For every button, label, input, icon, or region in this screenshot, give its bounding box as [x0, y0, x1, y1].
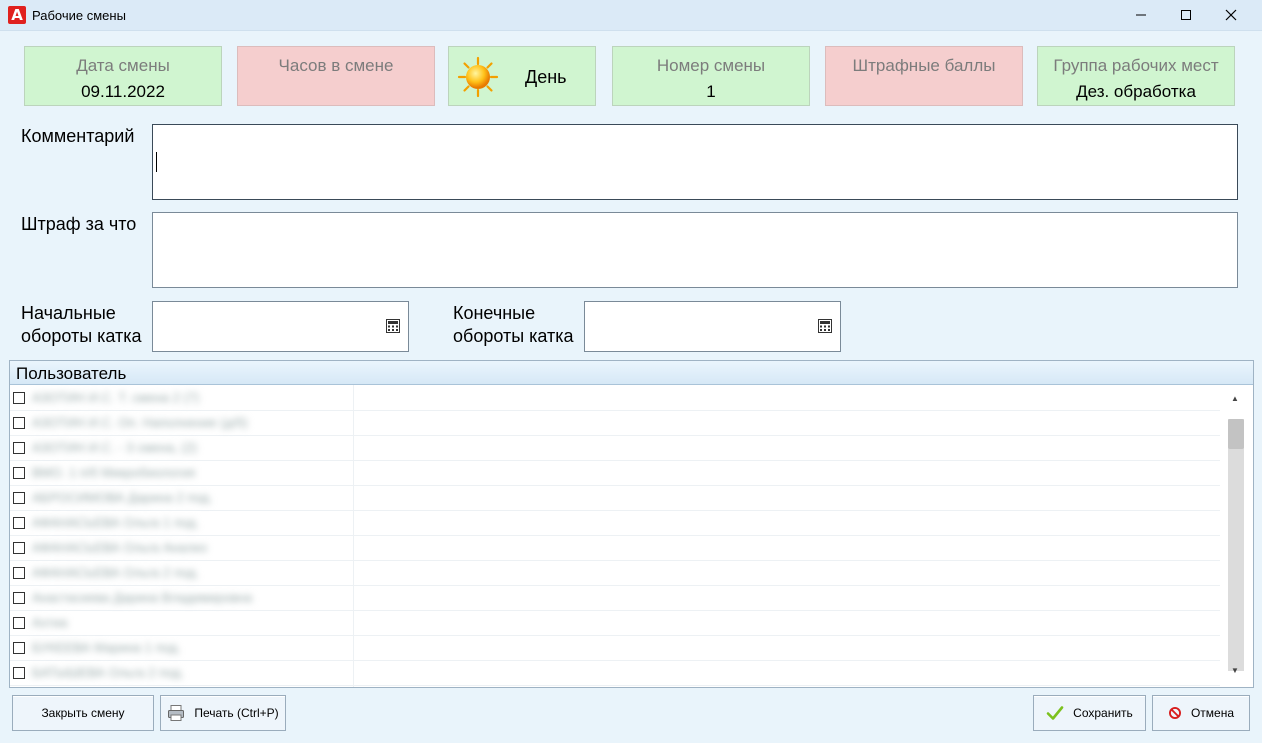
- start-revolutions-label: Начальные обороты катка: [21, 302, 142, 348]
- end-revolutions-label-line1: Конечные: [453, 303, 536, 323]
- user-name: Ахтиа: [32, 615, 68, 630]
- scroll-up-icon[interactable]: ▲: [1231, 394, 1239, 403]
- row-checkbox[interactable]: [13, 592, 25, 604]
- cancel-label: Отмена: [1190, 706, 1235, 720]
- user-name: АФАНАСЬЕВА Ольга 2 под.: [32, 565, 200, 580]
- print-button[interactable]: Печать (Ctrl+P): [160, 695, 286, 731]
- scroll-track[interactable]: [1228, 419, 1244, 671]
- shift-date-value: 09.11.2022: [81, 82, 165, 101]
- shift-type-card: День: [448, 46, 596, 106]
- print-label: Печать (Ctrl+P): [194, 706, 279, 720]
- save-label: Сохранить: [1073, 706, 1133, 720]
- list-item[interactable]: АЗОТИН И.С. Т. смена 2 (7): [10, 386, 1220, 411]
- save-button[interactable]: Сохранить: [1033, 695, 1146, 731]
- user-name: АЗОТИН И.С. - 3 смена, (2): [32, 440, 198, 455]
- cancel-button[interactable]: Отмена: [1152, 695, 1250, 731]
- user-name: ВМО. 1 п/б Микробиология: [32, 465, 196, 480]
- shift-type-value: День: [525, 67, 567, 87]
- scroll-down-icon[interactable]: ▼: [1231, 666, 1239, 675]
- row-checkbox[interactable]: [13, 542, 25, 554]
- vertical-scrollbar[interactable]: ▲ ▼: [1226, 386, 1246, 686]
- list-item[interactable]: БУКЕЕВА Марина 1 под.: [10, 636, 1220, 661]
- window-title: Рабочие смены: [32, 8, 126, 23]
- title-bar: A Рабочие смены: [0, 0, 1262, 31]
- user-name: БУКЕЕВА Марина 1 под.: [32, 640, 181, 655]
- cancel-icon: [1168, 707, 1181, 719]
- maximize-icon: [1181, 10, 1191, 20]
- sun-icon: [457, 56, 499, 98]
- list-item[interactable]: ВМО. 1 п/б Микробиология: [10, 461, 1220, 486]
- row-checkbox[interactable]: [13, 417, 25, 429]
- comment-input[interactable]: [152, 124, 1238, 200]
- column-divider: [353, 385, 354, 687]
- shift-date-card: Дата смены 09.11.2022: [24, 46, 222, 106]
- calculator-icon[interactable]: [386, 319, 400, 333]
- start-revolutions-input[interactable]: [152, 301, 409, 352]
- row-checkbox[interactable]: [13, 442, 25, 454]
- list-item[interactable]: АФАНАСЬЕВА Ольга 2 под.: [10, 561, 1220, 586]
- list-item[interactable]: АФАНАСЬЕВА Ольга 1 под.: [10, 511, 1220, 536]
- row-checkbox[interactable]: [13, 517, 25, 529]
- row-checkbox[interactable]: [13, 617, 25, 629]
- penalty-reason-label: Штраф за что: [21, 214, 137, 234]
- row-checkbox[interactable]: [13, 492, 25, 504]
- row-checkbox[interactable]: [13, 642, 25, 654]
- minimize-button[interactable]: [1118, 0, 1164, 30]
- close-shift-button[interactable]: Закрыть смену: [12, 695, 154, 731]
- row-checkbox[interactable]: [13, 567, 25, 579]
- users-grid[interactable]: Пользователь АЗОТИН И.С. Т. смена 2 (7) А…: [9, 360, 1254, 688]
- list-item[interactable]: АЗОТИН И.С. Оп. Наполнение (д/б): [10, 411, 1220, 436]
- user-name: АФАНАСЬЕВА Ольга Анализ: [32, 540, 207, 555]
- user-name: Анастасиева Дарина Владимировна: [32, 590, 253, 605]
- close-shift-label: Закрыть смену: [41, 706, 125, 720]
- text-caret: [156, 152, 157, 172]
- shift-date-label: Дата смены: [76, 56, 170, 75]
- user-name: АЗОТИН И.С. Т. смена 2 (7): [32, 390, 200, 405]
- workplace-group-card: Группа рабочих мест Дез. обработка: [1037, 46, 1235, 106]
- calculator-icon[interactable]: [818, 319, 832, 333]
- close-window-button[interactable]: [1208, 0, 1254, 30]
- end-revolutions-label: Конечные обороты катка: [453, 302, 574, 348]
- start-revolutions-label-line1: Начальные: [21, 303, 116, 323]
- list-item[interactable]: Анастасиева Дарина Владимировна: [10, 586, 1220, 611]
- maximize-button[interactable]: [1163, 0, 1209, 30]
- shift-number-value: 1: [706, 82, 716, 101]
- start-revolutions-label-line2: обороты катка: [21, 326, 142, 346]
- hours-card: Часов в смене: [237, 46, 435, 106]
- penalty-reason-input[interactable]: [152, 212, 1238, 288]
- close-icon: [1225, 9, 1237, 21]
- penalty-points-label: Штрафные баллы: [852, 56, 996, 75]
- printer-icon: [168, 705, 185, 721]
- list-item[interactable]: АЗОТИН И.С. - 3 смена, (2): [10, 436, 1220, 461]
- comment-label: Комментарий: [21, 126, 135, 146]
- row-checkbox[interactable]: [13, 467, 25, 479]
- user-name: АЗОТИН И.С. Оп. Наполнение (д/б): [32, 415, 248, 430]
- penalty-points-card: Штрафные баллы: [825, 46, 1023, 106]
- shift-number-label: Номер смены: [656, 56, 766, 75]
- row-checkbox[interactable]: [13, 392, 25, 404]
- list-item[interactable]: АФАНАСЬЕВА Ольга Анализ: [10, 536, 1220, 561]
- end-revolutions-input[interactable]: [584, 301, 841, 352]
- user-column-header[interactable]: Пользователь: [10, 361, 1253, 385]
- user-name: АБРОСИМОВА Дарина 2 под.: [32, 490, 213, 505]
- scroll-thumb[interactable]: [1228, 419, 1244, 449]
- list-item[interactable]: АБРОСИМОВА Дарина 2 под.: [10, 486, 1220, 511]
- row-checkbox[interactable]: [13, 667, 25, 679]
- workplace-group-value: Дез. обработка: [1076, 82, 1196, 101]
- hours-label: Часов в смене: [278, 56, 394, 75]
- app-logo-icon: A: [8, 6, 26, 24]
- user-name: БАТЫШЕВА Ольга 2 под.: [32, 665, 185, 680]
- minimize-icon: [1136, 14, 1146, 16]
- end-revolutions-label-line2: обороты катка: [453, 326, 574, 346]
- list-item[interactable]: Ахтиа: [10, 611, 1220, 636]
- list-item[interactable]: БАТЫШЕВА Ольга 2 под.: [10, 661, 1220, 686]
- workplace-group-label: Группа рабочих мест: [1053, 56, 1219, 75]
- checkmark-icon: [1046, 706, 1064, 720]
- shift-number-card: Номер смены 1: [612, 46, 810, 106]
- user-name: АФАНАСЬЕВА Ольга 1 под.: [32, 515, 200, 530]
